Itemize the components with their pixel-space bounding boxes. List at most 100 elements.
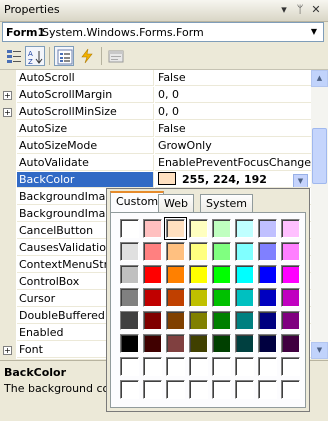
- color-cell[interactable]: [120, 265, 139, 284]
- color-cell[interactable]: [281, 219, 300, 238]
- property-value[interactable]: False: [155, 70, 311, 86]
- color-cell[interactable]: [281, 242, 300, 261]
- alphabetical-button[interactable]: A Z: [25, 46, 45, 66]
- color-cell[interactable]: [120, 288, 139, 307]
- color-cell[interactable]: [212, 380, 231, 399]
- property-row[interactable]: AutoSize False: [0, 121, 311, 138]
- color-cell[interactable]: [120, 311, 139, 330]
- vertical-scrollbar[interactable]: ▲ ▼: [311, 70, 328, 359]
- color-cell[interactable]: [281, 357, 300, 376]
- color-cell[interactable]: [212, 288, 231, 307]
- color-cell[interactable]: [143, 288, 162, 307]
- property-value[interactable]: EnablePreventFocusChange: [155, 155, 311, 171]
- color-cell[interactable]: [166, 357, 185, 376]
- color-cell[interactable]: [120, 242, 139, 261]
- property-row[interactable]: BackColor 255, 224, 192 ▼: [0, 172, 311, 189]
- property-row[interactable]: AutoScroll False: [0, 70, 311, 87]
- property-value[interactable]: 0, 0: [155, 87, 311, 103]
- expand-icon[interactable]: +: [3, 91, 12, 100]
- property-row[interactable]: + AutoScrollMargin 0, 0: [0, 87, 311, 104]
- color-cell[interactable]: [189, 265, 208, 284]
- color-cell[interactable]: [212, 357, 231, 376]
- color-cell[interactable]: [166, 288, 185, 307]
- color-cell[interactable]: [164, 217, 187, 240]
- properties-button[interactable]: [54, 46, 74, 66]
- scroll-up-icon[interactable]: ▲: [311, 70, 328, 87]
- color-cell[interactable]: [281, 380, 300, 399]
- expand-icon[interactable]: +: [3, 346, 12, 355]
- color-cell[interactable]: [143, 311, 162, 330]
- color-cell[interactable]: [166, 311, 185, 330]
- color-cell[interactable]: [258, 288, 277, 307]
- color-cell[interactable]: [166, 265, 185, 284]
- color-cell[interactable]: [189, 357, 208, 376]
- color-cell[interactable]: [120, 334, 139, 353]
- color-cell[interactable]: [212, 334, 231, 353]
- categorized-button[interactable]: [4, 46, 24, 66]
- categorized-icon: [7, 50, 21, 63]
- color-cell[interactable]: [212, 219, 231, 238]
- property-pages-button[interactable]: [106, 46, 126, 66]
- color-cell[interactable]: [189, 288, 208, 307]
- expand-icon[interactable]: +: [3, 108, 12, 117]
- color-cell[interactable]: [166, 334, 185, 353]
- color-cell[interactable]: [143, 242, 162, 261]
- tab-system[interactable]: System: [200, 194, 254, 212]
- color-cell[interactable]: [212, 242, 231, 261]
- color-cell[interactable]: [235, 265, 254, 284]
- color-cell[interactable]: [143, 334, 162, 353]
- color-cell[interactable]: [143, 265, 162, 284]
- color-cell[interactable]: [166, 242, 185, 261]
- color-cell[interactable]: [235, 219, 254, 238]
- color-cell[interactable]: [235, 380, 254, 399]
- color-cell[interactable]: [120, 219, 139, 238]
- color-cell[interactable]: [189, 380, 208, 399]
- color-cell[interactable]: [189, 219, 208, 238]
- color-cell[interactable]: [143, 380, 162, 399]
- property-row[interactable]: AutoSizeMode GrowOnly: [0, 138, 311, 155]
- color-cell[interactable]: [281, 311, 300, 330]
- window-position-dropdown-icon[interactable]: ▾: [277, 2, 291, 18]
- chevron-down-icon[interactable]: ▼: [293, 174, 308, 187]
- color-cell[interactable]: [235, 242, 254, 261]
- color-cell[interactable]: [120, 357, 139, 376]
- object-selector[interactable]: Form1 System.Windows.Forms.Form ▼: [2, 22, 324, 42]
- scroll-down-icon[interactable]: ▼: [311, 342, 328, 359]
- property-value[interactable]: 0, 0: [155, 104, 311, 120]
- color-cell[interactable]: [189, 334, 208, 353]
- color-cell[interactable]: [258, 242, 277, 261]
- color-cell[interactable]: [212, 265, 231, 284]
- color-cell[interactable]: [281, 265, 300, 284]
- color-cell[interactable]: [258, 357, 277, 376]
- color-cell[interactable]: [189, 311, 208, 330]
- color-cell[interactable]: [143, 219, 162, 238]
- color-cell[interactable]: [258, 334, 277, 353]
- property-value[interactable]: GrowOnly: [155, 138, 311, 154]
- color-cell[interactable]: [235, 311, 254, 330]
- property-value[interactable]: False: [155, 121, 311, 137]
- color-cell[interactable]: [189, 242, 208, 261]
- color-cell[interactable]: [235, 357, 254, 376]
- chevron-down-icon[interactable]: ▼: [306, 24, 322, 40]
- color-cell[interactable]: [281, 334, 300, 353]
- color-cell[interactable]: [258, 265, 277, 284]
- auto-hide-pin-icon[interactable]: ᛘ: [293, 2, 307, 18]
- color-cell[interactable]: [281, 288, 300, 307]
- events-button[interactable]: [77, 46, 97, 66]
- color-cell[interactable]: [258, 219, 277, 238]
- close-icon[interactable]: ✕: [309, 2, 323, 18]
- color-cell[interactable]: [235, 334, 254, 353]
- color-cell[interactable]: [143, 357, 162, 376]
- tab-custom[interactable]: Custom: [110, 191, 165, 214]
- tab-web[interactable]: Web: [158, 194, 194, 212]
- property-row[interactable]: AutoValidate EnablePreventFocusChange: [0, 155, 311, 172]
- property-row[interactable]: + AutoScrollMinSize 0, 0: [0, 104, 311, 121]
- color-cell[interactable]: [235, 288, 254, 307]
- color-cell[interactable]: [258, 311, 277, 330]
- color-cell[interactable]: [166, 380, 185, 399]
- scrollbar-thumb[interactable]: [312, 128, 327, 184]
- property-value[interactable]: 255, 224, 192 ▼: [155, 172, 311, 188]
- color-cell[interactable]: [120, 380, 139, 399]
- color-cell[interactable]: [212, 311, 231, 330]
- color-cell[interactable]: [258, 380, 277, 399]
